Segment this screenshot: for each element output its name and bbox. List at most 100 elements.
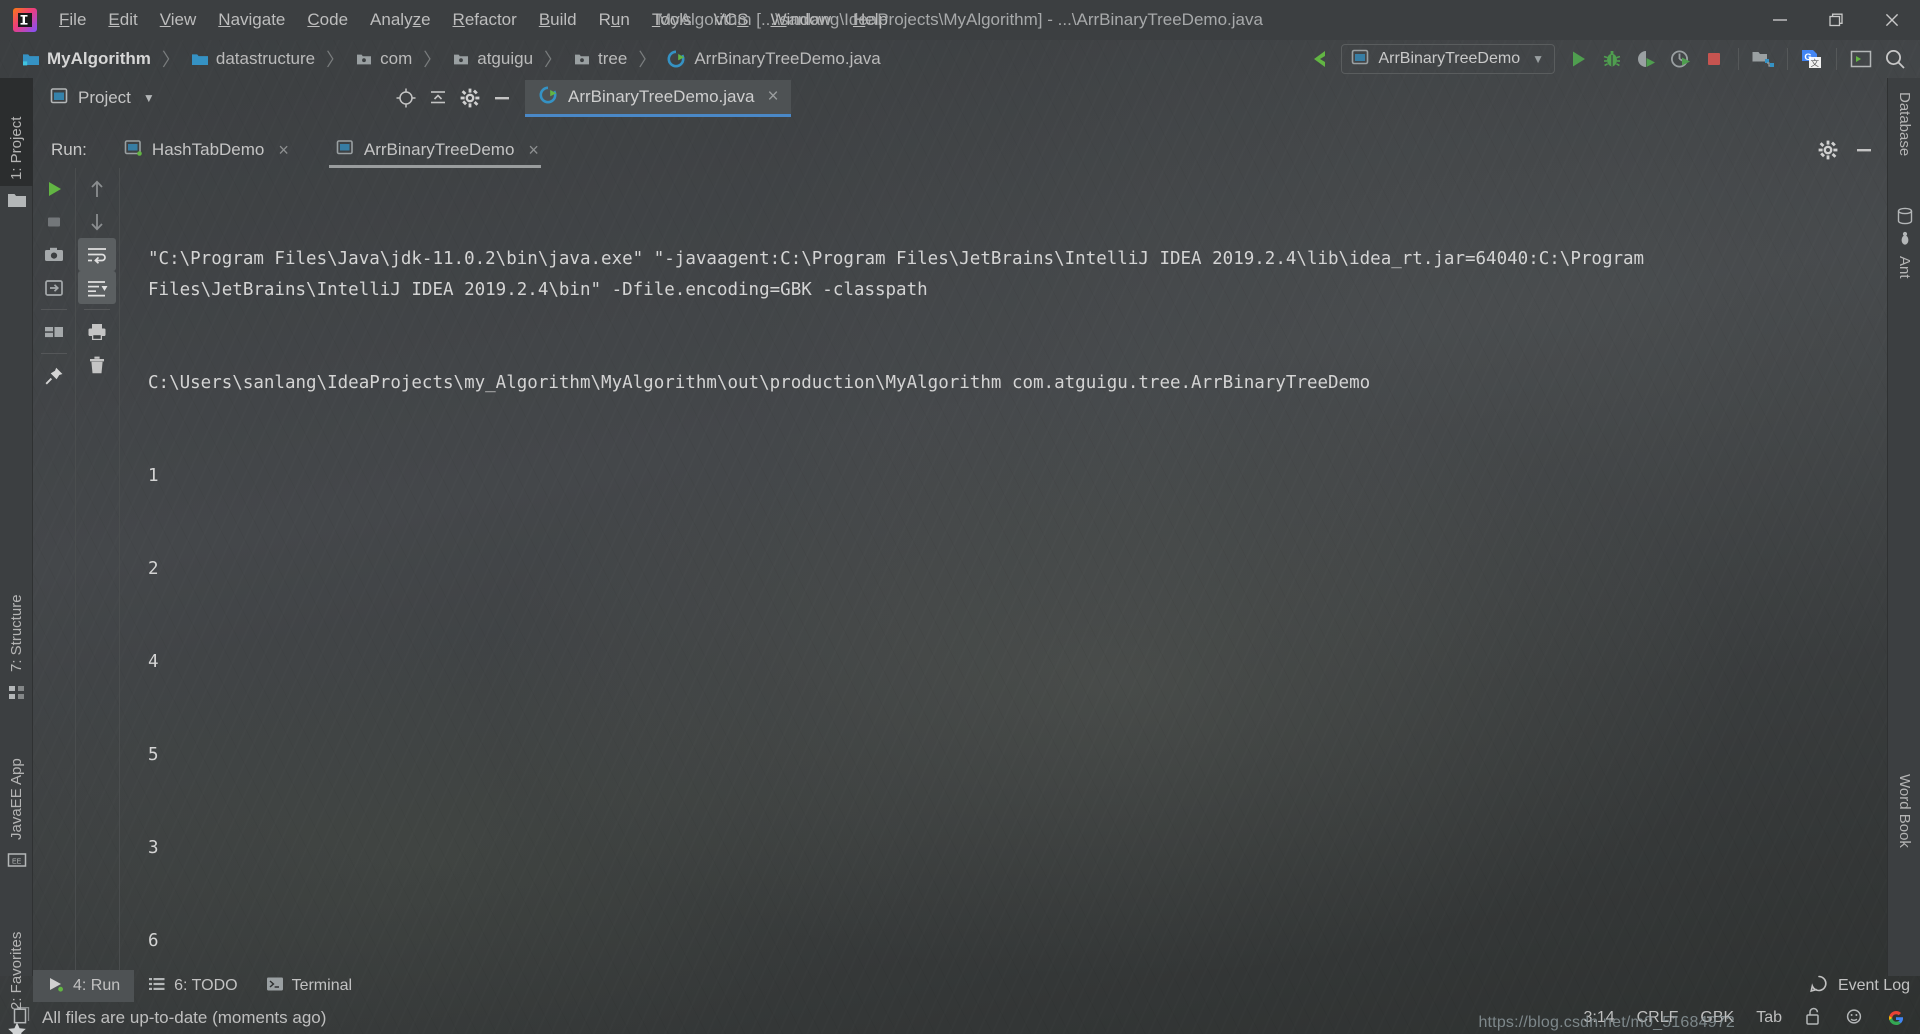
restore-icon[interactable] <box>1808 0 1864 40</box>
project-window-icon <box>49 87 69 110</box>
project-structure-icon[interactable] <box>1746 44 1780 74</box>
run-config-icon <box>123 139 143 162</box>
console-output[interactable]: "C:\Program Files\Java\jdk-11.0.2\bin\ja… <box>131 168 1885 976</box>
debug-bug-icon[interactable] <box>1595 44 1629 74</box>
inspection-face-icon[interactable] <box>1844 1006 1864 1031</box>
menu-item-vcs[interactable]: VCS <box>703 6 760 34</box>
menu-item-run[interactable]: Run <box>588 6 641 34</box>
unlocked-icon[interactable] <box>1804 1006 1822 1031</box>
breadcrumb-item-tree[interactable]: tree <box>571 47 629 71</box>
sidebar-item-database[interactable]: Database <box>1888 86 1920 204</box>
sidebar-item-word-book[interactable]: Word Book <box>1888 768 1920 898</box>
run-tab-label: ArrBinaryTreeDemo <box>363 140 515 159</box>
breadcrumb-label-3: atguigu <box>477 49 534 68</box>
sidebar-item-project[interactable]: 1: Project <box>0 78 33 186</box>
export-icon[interactable] <box>35 271 73 304</box>
menu-item-analyze[interactable]: Analyze <box>359 6 442 34</box>
sidebar-item-label: Word Book <box>1896 774 1913 848</box>
minimize-icon[interactable] <box>487 83 517 113</box>
bottom-tab-todo[interactable]: 6: TODO <box>134 970 251 1002</box>
minimize-icon[interactable] <box>1752 0 1808 40</box>
run-tab-hashtabdemo[interactable]: HashTabDemo × <box>109 132 297 168</box>
target-icon[interactable] <box>391 83 421 113</box>
menu-item-file[interactable]: FFileile <box>48 6 97 34</box>
rerun-button[interactable] <box>35 172 73 205</box>
event-log-label: Event Log <box>1837 977 1910 994</box>
project-panel-title[interactable]: Project ▼ <box>33 87 155 110</box>
gear-icon[interactable] <box>1813 135 1843 165</box>
breadcrumb-label-4: tree <box>598 49 628 68</box>
breadcrumb-item-com[interactable]: com <box>353 47 414 71</box>
layout-icon[interactable] <box>35 315 73 348</box>
bottom-tab-run[interactable]: 4: Run <box>33 970 135 1002</box>
run-triangle-icon[interactable] <box>1561 44 1595 74</box>
project-panel-label: Project <box>78 88 131 107</box>
profiler-clock-icon[interactable] <box>1663 44 1697 74</box>
collapse-all-icon[interactable] <box>423 83 453 113</box>
chevron-down-icon[interactable]: ▼ <box>143 91 155 105</box>
breadcrumb-label-5: ArrBinaryTreeDemo.java <box>694 49 881 68</box>
menu-item-edit[interactable]: Edit <box>97 6 148 34</box>
chevron-down-icon[interactable]: ▼ <box>1532 52 1544 66</box>
run-configuration-selector[interactable]: ArrBinaryTreeDemo ▼ <box>1341 44 1555 74</box>
sidebar-item-structure[interactable]: 7: Structure <box>0 548 33 678</box>
structure-icon <box>0 683 33 703</box>
event-log-button[interactable]: Event Log <box>1809 974 1910 999</box>
coverage-icon[interactable] <box>1629 44 1663 74</box>
menu-item-tools[interactable]: Tools <box>641 6 703 34</box>
project-module-icon <box>22 51 40 67</box>
run-tab-bar: Run: HashTabDemo × ArrBinaryTreeDemo × <box>33 132 1885 168</box>
google-icon[interactable] <box>1886 1008 1906 1028</box>
toolbar-divider <box>1787 48 1788 70</box>
stop-square-icon[interactable] <box>1697 44 1731 74</box>
file-encoding[interactable]: GBK <box>1700 1009 1734 1027</box>
terminal-window-icon <box>266 976 284 997</box>
arrow-down-icon[interactable] <box>78 205 116 238</box>
breadcrumb-item-atguigu[interactable]: atguigu <box>450 47 535 71</box>
menu-item-help[interactable]: Help <box>842 6 899 34</box>
close-icon[interactable]: × <box>278 140 289 161</box>
menu-item-build[interactable]: Build <box>528 6 588 34</box>
sidebar-item-javaee-app[interactable]: JavaEE App <box>0 718 33 846</box>
pin-icon[interactable] <box>35 359 73 392</box>
svg-text:文: 文 <box>1811 58 1820 68</box>
arrow-up-icon[interactable] <box>78 172 116 205</box>
close-icon[interactable]: × <box>767 86 778 108</box>
stop-button[interactable] <box>35 205 73 238</box>
caret-position[interactable]: 3:14 <box>1583 1009 1614 1027</box>
breadcrumb-item-arrbinarytreedemo[interactable]: ArrBinaryTreeDemo.java <box>665 47 882 71</box>
indent-setting[interactable]: Tab <box>1756 1009 1782 1027</box>
sidebar-item-ant[interactable]: Ant <box>1888 250 1920 316</box>
trash-icon[interactable] <box>78 348 116 381</box>
console-line: 4 <box>148 652 159 672</box>
editor-tab-arrbinarytreedemo[interactable]: ArrBinaryTreeDemo.java × <box>525 80 791 117</box>
close-icon[interactable]: × <box>528 140 539 161</box>
menu-bar[interactable]: FFileile Edit View Navigate Code Analyze… <box>48 0 899 40</box>
print-icon[interactable] <box>78 315 116 348</box>
run-actions-left <box>33 168 75 976</box>
project-panel-header: Project ▼ <box>33 78 525 118</box>
line-separator[interactable]: CRLF <box>1637 1009 1679 1027</box>
google-translate-icon[interactable]: G 文 <box>1795 44 1829 74</box>
intellij-idea-window: FFileile Edit View Navigate Code Analyze… <box>0 0 1920 1034</box>
gear-icon[interactable] <box>455 83 485 113</box>
menu-item-code[interactable]: Code <box>296 6 359 34</box>
left-tool-strip: 1: Project 7: Structure JavaEE App EE 2:… <box>0 78 33 1034</box>
breadcrumb-item-datastructure[interactable]: datastructure <box>189 47 317 71</box>
soft-wrap-icon[interactable] <box>78 238 116 271</box>
run-tab-arrbinarytreedemo[interactable]: ArrBinaryTreeDemo × <box>321 132 547 168</box>
back-arrow-icon[interactable] <box>1303 44 1337 74</box>
menu-item-navigate[interactable]: Navigate <box>207 6 296 34</box>
package-folder-icon <box>452 51 470 67</box>
search-icon[interactable] <box>1878 44 1912 74</box>
menu-item-refactor[interactable]: Refactor <box>442 6 528 34</box>
bottom-tab-terminal[interactable]: Terminal <box>252 970 366 1002</box>
camera-icon[interactable] <box>35 238 73 271</box>
scroll-to-end-icon[interactable] <box>78 271 116 304</box>
close-icon[interactable] <box>1864 0 1920 40</box>
terminal-window-icon[interactable] <box>1844 44 1878 74</box>
minimize-icon[interactable] <box>1849 135 1879 165</box>
menu-item-window[interactable]: Window <box>760 6 842 34</box>
breadcrumb-item-myalgorithm[interactable]: MyAlgorithm <box>20 47 153 71</box>
menu-item-view[interactable]: View <box>149 6 208 34</box>
